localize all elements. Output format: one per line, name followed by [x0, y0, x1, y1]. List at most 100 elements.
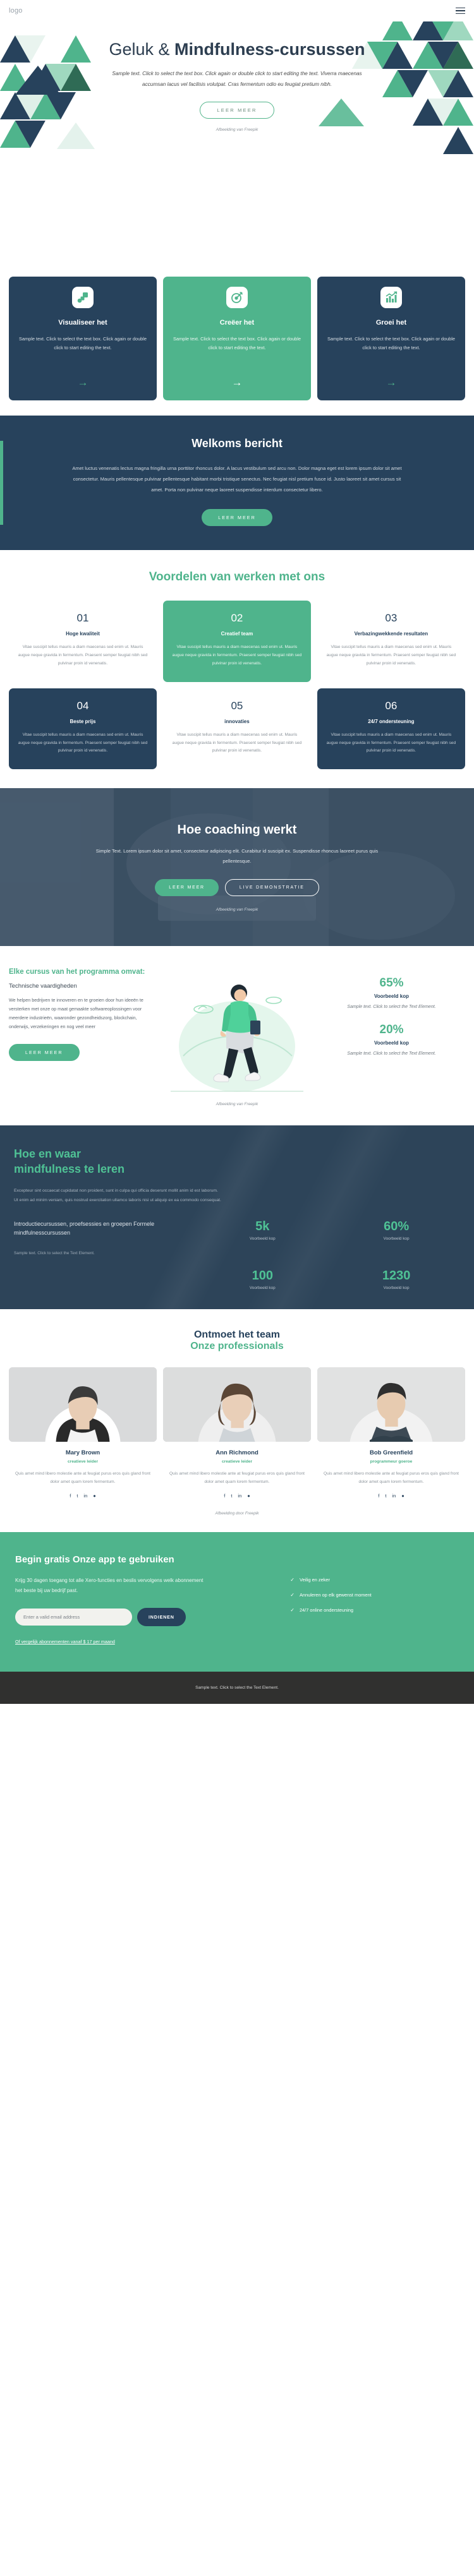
hero-image-credit: Afbeelding van Freepik: [216, 127, 258, 132]
stat-value: 60%: [384, 1219, 410, 1234]
facebook-icon[interactable]: f: [378, 1493, 379, 1499]
twitter-icon[interactable]: t: [76, 1493, 78, 1499]
stat-value: 1230: [382, 1269, 411, 1283]
cta-right: ✓ Veilig en zeker ✓ Annuleren op elk gewen…: [290, 1554, 459, 1646]
footer-text: Sample text. Click to select the Text El…: [195, 1686, 279, 1691]
twitter-icon[interactable]: t: [385, 1493, 386, 1499]
hero-content: Geluk & Mindfulness-cursussen Sample tex…: [0, 21, 474, 132]
twitter-icon[interactable]: t: [231, 1493, 232, 1499]
benefit-number: 04: [76, 699, 89, 712]
coaching-paragraph: Simple Text. Lorem ipsum dolor sit amet,…: [95, 848, 379, 864]
dribbble-icon[interactable]: ●: [401, 1493, 404, 1499]
team-member-role: programmeur goeroe: [370, 1459, 413, 1465]
stat-value: 20%: [379, 1022, 404, 1036]
check-label: Annuleren op elk gewenst moment: [299, 1592, 372, 1598]
avatar: [9, 1367, 157, 1442]
coaching-live-demo-button[interactable]: LIVE DEMONSTRATIE: [224, 878, 319, 896]
benefit-number: 06: [385, 699, 398, 712]
benefits-title: Voordelen van werken met ons: [149, 570, 325, 584]
team-member-bio: Quis amet mind libero molestie ante at f…: [169, 1471, 305, 1484]
coaching-image-credit: Afbeelding van Freepik: [216, 907, 258, 912]
site-header: logo: [0, 0, 474, 21]
benefit-card[interactable]: 01 Hoge kwaliteit Vitae suscipit tellus …: [9, 601, 157, 682]
submit-button[interactable]: INDIENEN: [137, 1608, 186, 1627]
benefit-card[interactable]: 05 innovaties Vitae suscipit tellus maur…: [162, 688, 311, 770]
stat-value: 100: [252, 1269, 273, 1283]
dribbble-icon[interactable]: ●: [247, 1493, 250, 1499]
mindfulness-content: Hoe en waar mindfulness te leren Excepte…: [14, 1147, 460, 1309]
list-item: ✓ Annuleren op elk gewenst moment: [290, 1591, 459, 1600]
social-links: f t in ●: [9, 1493, 157, 1499]
benefit-text: Vitae suscipit tellus mauris a diam maec…: [172, 732, 302, 753]
social-links: f t in ●: [163, 1493, 311, 1499]
arrow-right-icon[interactable]: →: [386, 367, 397, 388]
benefit-number: 02: [231, 612, 243, 625]
signup-form: INDIENEN: [15, 1608, 290, 1627]
compare-plans-link[interactable]: Of vergelijk abonnementen vanaf $ 17 per…: [15, 1639, 115, 1644]
arrow-right-icon[interactable]: →: [232, 367, 243, 388]
facebook-icon[interactable]: f: [70, 1493, 71, 1499]
program-illustration-column: Afbeelding van Freepik: [161, 967, 313, 1106]
team-member-role: creatieve leider: [221, 1459, 253, 1465]
list-item: ✓ Veilig en zeker: [290, 1576, 459, 1585]
benefit-text: Vitae suscipit tellus mauris a diam maec…: [326, 732, 456, 753]
walking-person-illustration: [171, 985, 303, 1093]
coaching-learn-more-button[interactable]: LEER MEER: [155, 878, 219, 896]
benefit-number: 05: [231, 699, 243, 712]
team-title: Ontmoet het team: [193, 1329, 280, 1341]
coaching-buttons: LEER MEER LIVE DEMONSTRATIE: [88, 878, 386, 896]
target-icon: [226, 287, 248, 308]
benefit-card[interactable]: 06 24/7 ondersteuning Vitae suscipit tel…: [317, 688, 465, 770]
dribbble-icon[interactable]: ●: [93, 1493, 96, 1499]
stat-label: Voorbeeld kop: [249, 1286, 276, 1291]
feature-card-title: Visualiseer het: [58, 319, 107, 326]
team-subtitle: Onze professionals: [190, 1341, 284, 1352]
team-member-bio: Quis amet mind libero molestie ante at f…: [15, 1471, 151, 1484]
benefits-grid: 01 Hoge kwaliteit Vitae suscipit tellus …: [9, 601, 465, 770]
facebook-icon[interactable]: f: [224, 1493, 225, 1499]
hero-learn-more-button[interactable]: LEER MEER: [200, 101, 274, 119]
logo[interactable]: logo: [9, 7, 23, 15]
feature-card-text: Sample text. Click to select the text bo…: [18, 336, 147, 350]
cta-title: Begin gratis Onze app te gebruiken: [15, 1554, 174, 1566]
email-field[interactable]: [15, 1609, 132, 1626]
mindfulness-title: Hoe en waar mindfulness te leren: [14, 1147, 125, 1175]
program-section: Elke cursus van het programma omvat: Tec…: [0, 946, 474, 1125]
benefit-title: 24/7 ondersteuning: [368, 718, 415, 724]
hero-section: Geluk & Mindfulness-cursussen Sample tex…: [0, 21, 474, 261]
cta-section: Begin gratis Onze app te gebruiken Krijg…: [0, 1532, 474, 1672]
feature-card[interactable]: Groei het Sample text. Click to select t…: [317, 277, 465, 400]
team-section: Ontmoet het team Onze professionals Mary…: [0, 1309, 474, 1532]
social-links: f t in ●: [317, 1493, 465, 1499]
team-member: Mary Brown creatieve leider Quis amet mi…: [9, 1367, 157, 1499]
program-paragraph: We helpen bedrijven te innoveren en te g…: [9, 997, 143, 1029]
benefit-text: Vitae suscipit tellus mauris a diam maec…: [172, 645, 302, 666]
linkedin-icon[interactable]: in: [238, 1493, 241, 1499]
linkedin-icon[interactable]: in: [83, 1493, 87, 1499]
mindfulness-stats-row-top: Introductiecursussen, proefsessies en gr…: [14, 1220, 460, 1241]
arrow-right-icon[interactable]: →: [78, 367, 88, 388]
benefit-card[interactable]: 04 Beste prijs Vitae suscipit tellus mau…: [9, 688, 157, 770]
check-icon: ✓: [290, 1577, 295, 1583]
mindfulness-stats-row-bottom: 100 Voorbeeld kop 1230 Voorbeeld kop: [14, 1269, 460, 1309]
feature-card-title: Groei het: [375, 319, 407, 326]
stat-value: 65%: [379, 976, 404, 990]
avatar: [163, 1367, 311, 1442]
feature-card-text: Sample text. Click to select the text bo…: [327, 336, 456, 350]
linkedin-icon[interactable]: in: [392, 1493, 396, 1499]
feature-card[interactable]: Creëer het Sample text. Click to select …: [163, 277, 311, 400]
hamburger-menu-icon[interactable]: [456, 7, 465, 15]
benefit-card[interactable]: 03 Verbazingwekkende resultaten Vitae su…: [317, 601, 465, 682]
welcome-learn-more-button[interactable]: LEER MEER: [202, 509, 272, 527]
welcome-title: Welkoms bericht: [191, 437, 283, 450]
stat-value: 5k: [255, 1219, 270, 1234]
cta-checklist: ✓ Veilig en zeker ✓ Annuleren op elk gewen…: [290, 1576, 459, 1614]
program-learn-more-button[interactable]: LEER MEER: [9, 1043, 80, 1061]
benefit-title: Creatief team: [221, 631, 253, 637]
coaching-title: Hoe coaching werkt: [177, 822, 297, 837]
mindfulness-stat: 5k Voorbeeld kop: [198, 1220, 326, 1241]
feature-card[interactable]: Visualiseer het Sample text. Click to se…: [9, 277, 157, 400]
coaching-banner: Hoe coaching werkt Simple Text. Lorem ip…: [0, 788, 474, 947]
mindfulness-side-text: Introductiecursussen, proefsessies en gr…: [14, 1221, 155, 1237]
benefit-card[interactable]: 02 Creatief team Vitae suscipit tellus m…: [162, 601, 311, 682]
